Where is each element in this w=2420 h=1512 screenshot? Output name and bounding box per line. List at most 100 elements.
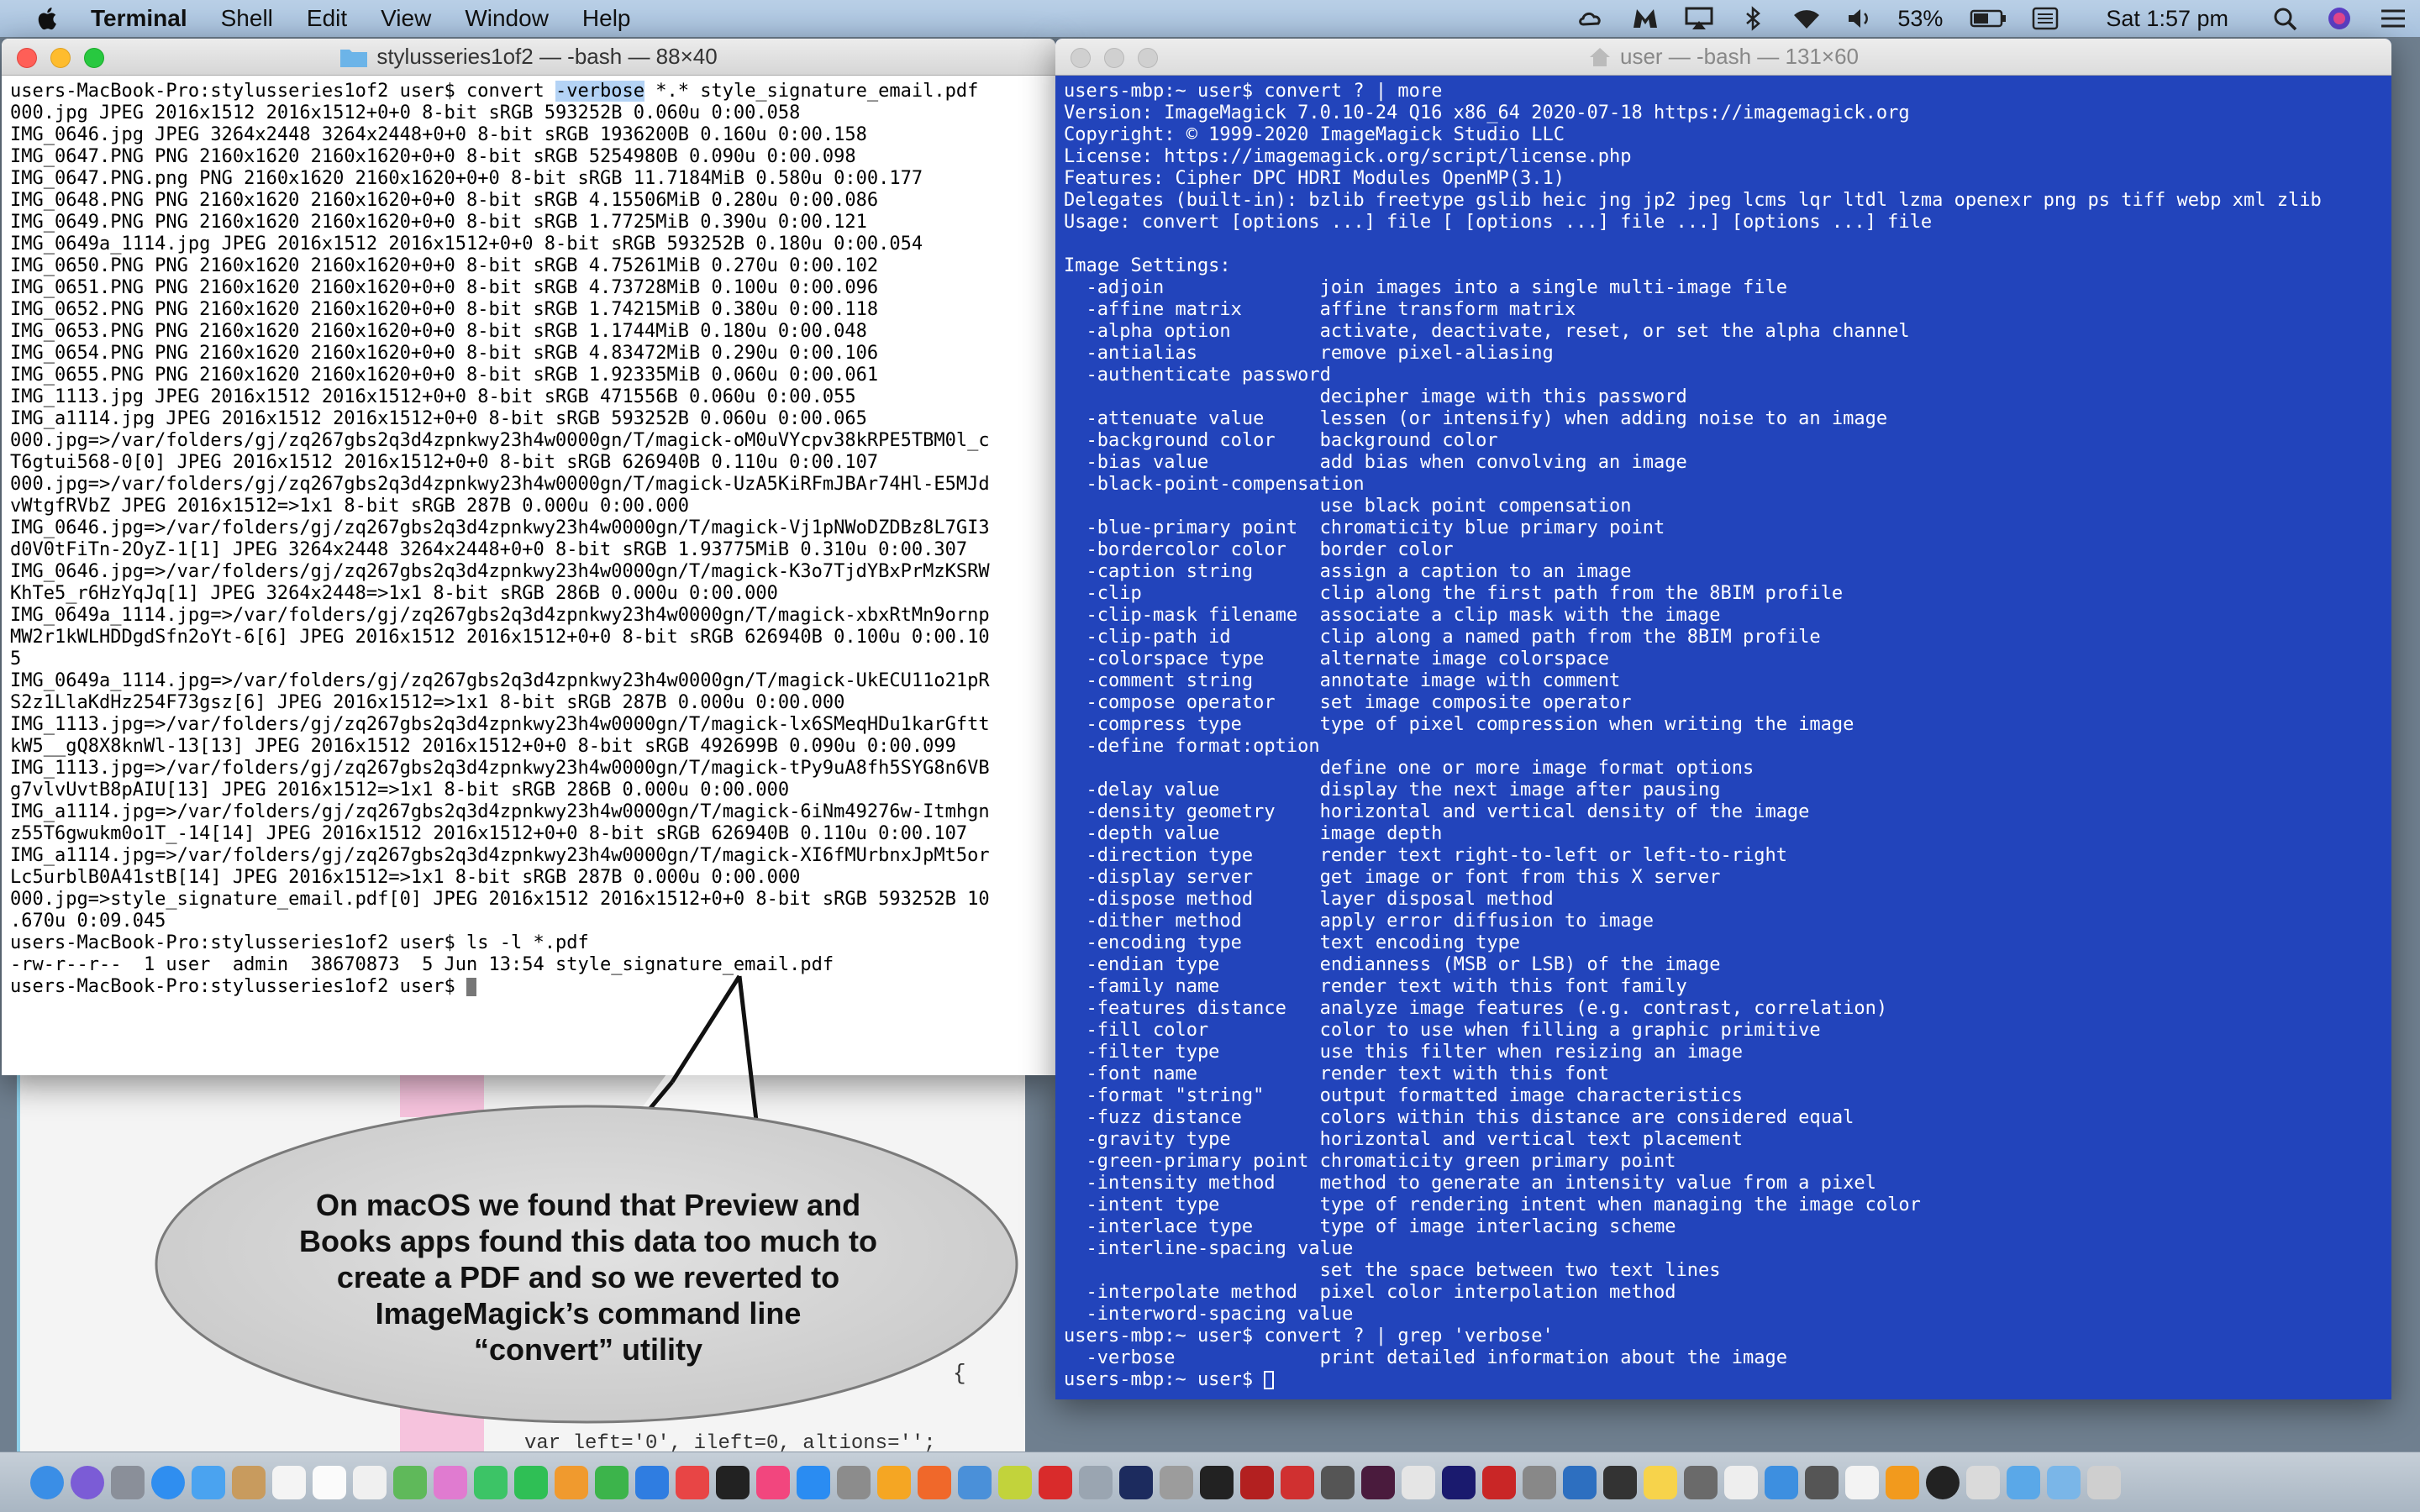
window-title: stylusseries1of2 — -bash — 88×40 [376, 44, 718, 69]
terminal-output[interactable]: users-MacBook-Pro:stylusseries1of2 user$… [2, 76, 1055, 1075]
folder-icon [340, 49, 368, 67]
chrome-icon[interactable] [958, 1465, 992, 1499]
app-store-icon[interactable] [797, 1465, 830, 1499]
photoshop-icon[interactable] [1119, 1465, 1153, 1499]
terminal-output-text: 000.jpg JPEG 2016x1512 2016x1512+0+0 8-b… [10, 102, 990, 975]
folder-f-icon[interactable] [1442, 1465, 1476, 1499]
callout-line: On macOS we found that Preview and [315, 1187, 861, 1222]
mail-icon[interactable] [192, 1465, 225, 1499]
menu-shell[interactable]: Shell [221, 5, 273, 32]
terminal-titlebar[interactable]: user — -bash — 131×60 [1055, 39, 2391, 76]
books-icon[interactable] [1886, 1465, 1919, 1499]
close-button[interactable] [1071, 48, 1091, 68]
text-edit-icon[interactable] [1724, 1465, 1758, 1499]
callout-line: “convert” utility [473, 1331, 703, 1367]
elephant-icon[interactable] [1079, 1465, 1113, 1499]
font-icon[interactable] [1603, 1465, 1637, 1499]
notes-icon[interactable] [313, 1465, 346, 1499]
terminal-output[interactable]: users-mbp:~ user$ convert ? | more Versi… [1055, 76, 2391, 1399]
contacts-icon[interactable] [232, 1465, 266, 1499]
documents-icon[interactable] [1966, 1465, 2000, 1499]
apple-logo-icon[interactable] [34, 4, 62, 33]
news-icon[interactable] [676, 1465, 709, 1499]
photos-icon[interactable] [434, 1465, 467, 1499]
trash-icon[interactable] [2087, 1465, 2121, 1499]
finder-icon[interactable] [30, 1465, 64, 1499]
music-icon[interactable] [756, 1465, 790, 1499]
volume-icon[interactable] [1845, 6, 1876, 31]
pages-icon[interactable] [555, 1465, 588, 1499]
automator-icon[interactable] [1523, 1465, 1556, 1499]
callout-line: ImageMagick’s command line [375, 1295, 802, 1331]
terminal-prompt: users-mbp:~ user$ [1064, 1369, 1265, 1390]
selected-text[interactable]: -verbose [555, 81, 644, 102]
terminal-window-right[interactable]: user — -bash — 131×60 users-mbp:~ user$ … [1055, 39, 2391, 1399]
sketch-icon[interactable] [1644, 1465, 1677, 1499]
amazon-icon[interactable] [877, 1465, 911, 1499]
terminal-window-left[interactable]: stylusseries1of2 — -bash — 88×40 users-M… [2, 39, 1055, 1075]
callout-text: On macOS we found that Preview and Books… [160, 1176, 1017, 1378]
keyboard-input-icon[interactable] [2030, 6, 2060, 31]
battery-percentage: 53% [1897, 5, 1944, 31]
terminal-titlebar[interactable]: stylusseries1of2 — -bash — 88×40 [2, 39, 1055, 76]
terminal-cursor [1264, 1371, 1275, 1389]
filezilla2-icon[interactable] [1482, 1465, 1516, 1499]
stocks-icon[interactable] [716, 1465, 750, 1499]
siri-icon[interactable] [71, 1465, 104, 1499]
filezilla-icon[interactable] [1240, 1465, 1274, 1499]
minimize-button[interactable] [1104, 48, 1124, 68]
spotlight-icon[interactable] [2270, 6, 2301, 31]
numbers-icon[interactable] [595, 1465, 629, 1499]
malwarebytes-icon[interactable] [1630, 6, 1660, 31]
zoom-button[interactable] [1138, 48, 1158, 68]
safari-icon[interactable] [151, 1465, 185, 1499]
zoom-button[interactable] [84, 48, 104, 68]
xd-icon[interactable] [1361, 1465, 1395, 1499]
facetime-icon[interactable] [514, 1465, 548, 1499]
menu-view[interactable]: View [381, 5, 431, 32]
close-button[interactable] [17, 48, 37, 68]
circle-icon[interactable] [1926, 1465, 1960, 1499]
script-editor-icon[interactable] [1160, 1465, 1193, 1499]
wifi-icon[interactable] [1791, 6, 1822, 31]
activity-icon[interactable] [1321, 1465, 1355, 1499]
thunderbird-icon[interactable] [1563, 1465, 1597, 1499]
download-icon[interactable] [2047, 1465, 2081, 1499]
menubar-clock[interactable]: Sat 1:57 pm [2106, 6, 2228, 32]
calendar-icon[interactable] [272, 1465, 306, 1499]
terminal-icon[interactable] [1200, 1465, 1234, 1499]
reminders-icon[interactable] [353, 1465, 387, 1499]
launchpad-icon[interactable] [111, 1465, 145, 1499]
dock [0, 1452, 2420, 1512]
utility-icon[interactable] [1684, 1465, 1718, 1499]
menu-window[interactable]: Window [465, 5, 549, 32]
bluetooth-icon[interactable] [1738, 6, 1768, 31]
xcode-icon[interactable] [1765, 1465, 1798, 1499]
firefox-icon[interactable] [918, 1465, 951, 1499]
minimize-button[interactable] [50, 48, 71, 68]
command-suffix: *.* style_signature_email.pdf [644, 81, 979, 102]
maps-icon[interactable] [393, 1465, 427, 1499]
command-prefix: users-MacBook-Pro:stylusseries1of2 user$… [10, 81, 556, 102]
airplay-icon[interactable] [1684, 6, 1714, 31]
messages-icon[interactable] [474, 1465, 508, 1499]
menu-help[interactable]: Help [582, 5, 631, 32]
notification-center-icon[interactable] [2378, 6, 2408, 31]
siri-icon[interactable] [2324, 6, 2354, 31]
terminal-output-text: users-mbp:~ user$ convert ? | more Versi… [1064, 81, 2322, 1368]
folder-icon[interactable] [2007, 1465, 2040, 1499]
opera-icon[interactable] [1039, 1465, 1072, 1499]
document-icon[interactable] [1845, 1465, 1879, 1499]
app-menu-terminal[interactable]: Terminal [91, 5, 187, 32]
callout-line: Books apps found this data too much to [299, 1223, 877, 1258]
script-icon[interactable] [1805, 1465, 1839, 1499]
battery-icon[interactable] [1970, 6, 2007, 31]
keynote-icon[interactable] [635, 1465, 669, 1499]
system-preferences-icon[interactable] [837, 1465, 871, 1499]
menu-edit[interactable]: Edit [307, 5, 347, 32]
wordpress-icon[interactable] [998, 1465, 1032, 1499]
home-icon [1590, 47, 1610, 66]
pdf-icon[interactable] [1281, 1465, 1314, 1499]
creative-cloud-icon[interactable] [1576, 6, 1607, 31]
pinwheel-icon[interactable] [1402, 1465, 1435, 1499]
